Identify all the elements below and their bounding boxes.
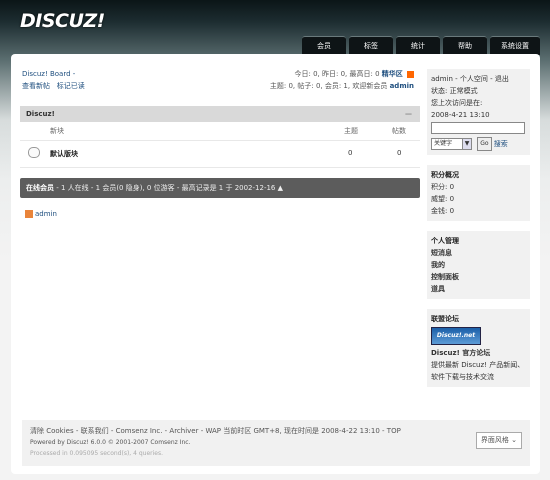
credits-panel: 积分概况 积分: 0 威望: 0 金钱: 0 xyxy=(427,165,530,221)
chevron-down-icon[interactable]: ▼ xyxy=(462,138,472,150)
site-logo[interactable]: DISCUZ! xyxy=(20,10,105,32)
user-status: 状态: 正常模式 xyxy=(431,87,478,95)
forum-name-link[interactable]: 默认版块 xyxy=(50,149,78,159)
props-link[interactable]: 道具 xyxy=(431,285,445,293)
online-label: 在线会员 xyxy=(26,184,54,192)
search-type-value: 关键字 xyxy=(434,140,453,147)
col-forum: 新块 xyxy=(50,127,64,135)
processed-info: Processed in 0.095095 second(s), 4 queri… xyxy=(30,450,163,457)
style-switcher-button[interactable]: 界面风格 ⌄ xyxy=(475,432,522,449)
board-title[interactable]: Discuz! Board - xyxy=(22,68,85,80)
personal-panel: 个人管理 短消息 我的 控制面板 道具 xyxy=(427,231,530,299)
forum-row: 默认版块 0 0 xyxy=(20,140,420,168)
footer: 清除 Cookies - 联系我们 - Comsenz Inc. - Archi… xyxy=(22,420,530,466)
go-button[interactable]: Go xyxy=(477,137,492,151)
digest-link[interactable]: 精华区 xyxy=(382,70,403,78)
forum-status-icon xyxy=(28,147,40,158)
footer-links[interactable]: 清除 Cookies - 联系我们 - Comsenz Inc. - Archi… xyxy=(30,426,530,437)
new-posts-link[interactable]: 查看新帖 xyxy=(22,82,50,90)
pm-link[interactable]: 短消息 xyxy=(431,249,452,257)
collapse-icon[interactable]: — xyxy=(405,106,412,122)
nav-system-settings[interactable]: 系统设置 xyxy=(490,36,540,55)
col-posts: 帖数 xyxy=(392,127,406,135)
user-panel: admin - 个人空间 - 退出 状态: 正常模式 您上次访问是在: 2008… xyxy=(427,69,530,155)
money-value: 金钱: 0 xyxy=(431,207,455,215)
expand-icon[interactable]: ▲ xyxy=(278,184,283,192)
credits-value: 积分: 0 xyxy=(431,183,455,191)
search-type-select[interactable]: 关键字 ▼ xyxy=(431,138,472,150)
forum-column-headers: 新块 主题 帖数 xyxy=(20,124,420,138)
board-stats: 今日: 0, 昨日: 0, 最高日: 0 精华区 主题: 0, 帖子: 0, 会… xyxy=(270,68,414,92)
official-forum-desc: 提供最新 Discuz! 产品新闻、软件下载与技术交流 xyxy=(431,361,525,381)
online-members-bar[interactable]: 在线会员 - 1 人在线 - 1 会员(0 隐身), 0 位游客 - 最高记录是… xyxy=(20,178,420,198)
main-panel: Discuz! Board - 查看新帖 标记已读 今日: 0, 昨日: 0, … xyxy=(11,54,540,474)
online-user[interactable]: admin xyxy=(25,210,57,218)
forum-category-header: Discuz! — xyxy=(20,106,420,122)
board-toolbar: Discuz! Board - 查看新帖 标记已读 xyxy=(22,68,85,92)
nav-members[interactable]: 会员 xyxy=(302,36,346,55)
last-visit-label: 您上次访问是在: xyxy=(431,99,483,107)
nav-tags[interactable]: 标签 xyxy=(349,36,393,55)
col-topics: 主题 xyxy=(344,127,358,135)
forum-topic-count: 0 xyxy=(348,149,353,157)
union-title: 联盟论坛 xyxy=(431,315,459,323)
mine-link[interactable]: 我的 xyxy=(431,261,445,269)
user-icon xyxy=(25,210,33,218)
search-input[interactable] xyxy=(431,122,525,134)
discuz-banner-image[interactable]: Discuz!.net xyxy=(431,327,481,345)
union-panel: 联盟论坛 Discuz!.net Discuz! 官方论坛 提供最新 Discu… xyxy=(427,309,530,387)
user-links[interactable]: admin - 个人空间 - 退出 xyxy=(431,73,526,85)
online-detail: - 1 人在线 - 1 会员(0 隐身), 0 位游客 - 最高记录是 1 于 … xyxy=(56,184,276,192)
online-username[interactable]: admin xyxy=(35,210,57,218)
rss-icon[interactable] xyxy=(407,70,414,78)
category-title[interactable]: Discuz! xyxy=(26,110,55,118)
stats-totals: 主题: 0, 帖子: 0, 会员: 1, 欢迎新会员 xyxy=(269,82,388,90)
powered-by: Powered by Discuz! 6.0.0 © 2001-2007 Com… xyxy=(30,439,191,446)
nav-stats[interactable]: 统计 xyxy=(396,36,440,55)
stats-today: 今日: 0, 昨日: 0, 最高日: 0 xyxy=(294,70,380,78)
sidebar: admin - 个人空间 - 退出 状态: 正常模式 您上次访问是在: 2008… xyxy=(427,69,530,397)
official-forum-link[interactable]: Discuz! 官方论坛 xyxy=(431,349,490,357)
search-link[interactable]: 搜索 xyxy=(494,140,508,148)
credits-title: 积分概况 xyxy=(431,171,459,179)
new-member-link[interactable]: admin xyxy=(390,82,414,90)
top-navigation: 会员 标签 统计 帮助 系统设置 xyxy=(302,36,540,55)
prestige-value: 威望: 0 xyxy=(431,195,455,203)
mark-read-link[interactable]: 标记已读 xyxy=(57,82,85,90)
personal-title: 个人管理 xyxy=(431,237,459,245)
nav-help[interactable]: 帮助 xyxy=(443,36,487,55)
forum-post-count: 0 xyxy=(397,149,402,157)
last-visit-time: 2008-4-21 13:10 xyxy=(431,111,490,119)
control-panel-link[interactable]: 控制面板 xyxy=(431,273,459,281)
